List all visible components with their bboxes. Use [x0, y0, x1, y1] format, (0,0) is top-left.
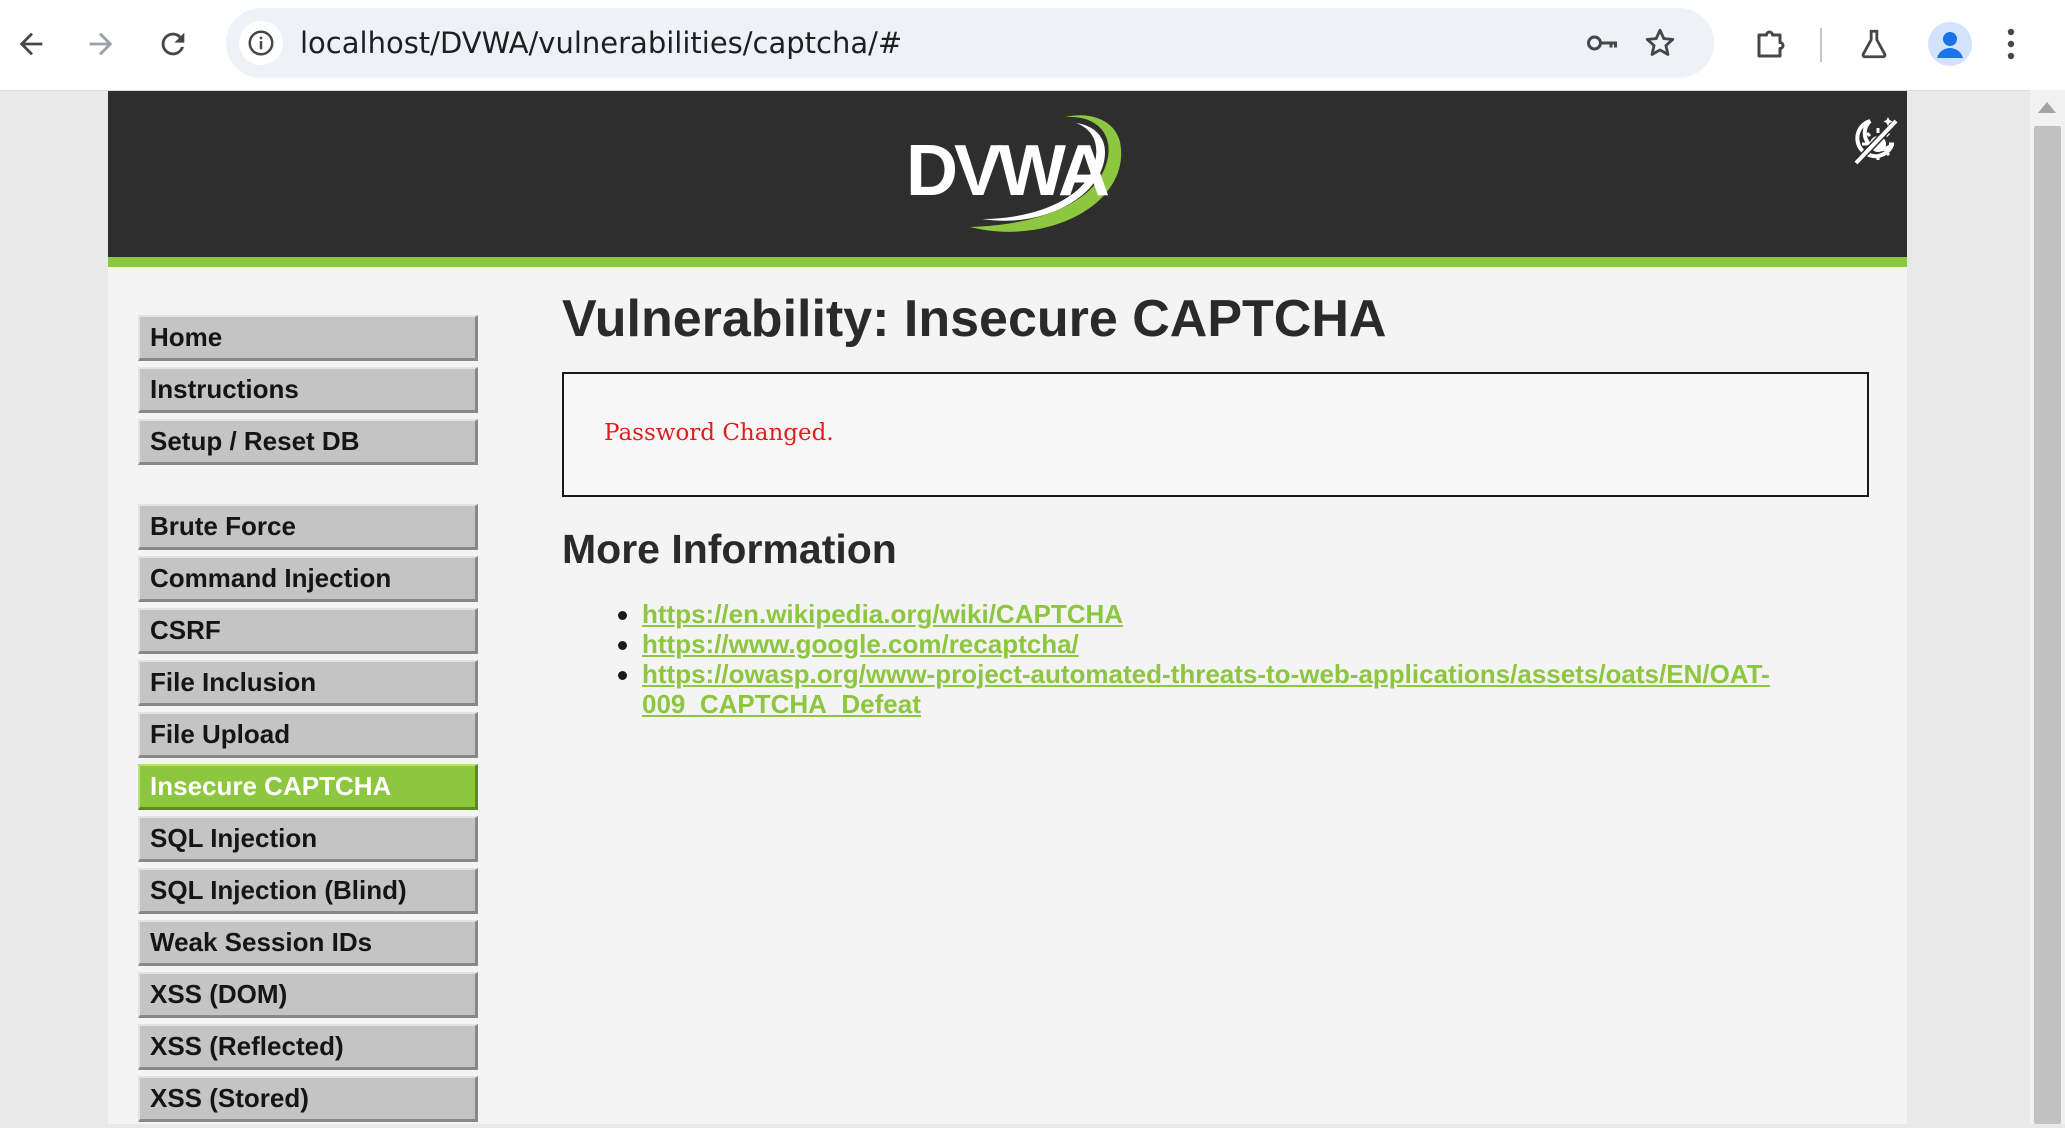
menu-spacer	[138, 471, 478, 504]
link-google-recaptcha[interactable]: https://www.google.com/recaptcha/	[642, 629, 1079, 659]
menu-item-weak-session-ids[interactable]: Weak Session IDs	[138, 920, 478, 966]
browser-toolbar: localhost/DVWA/vulnerabilities/captcha/#	[0, 0, 2065, 91]
vertical-scrollbar[interactable]	[2030, 90, 2065, 1124]
site-info-button[interactable]	[239, 21, 283, 65]
browser-menu-button[interactable]	[1996, 22, 2026, 66]
menu-item-command-injection[interactable]: Command Injection	[138, 556, 478, 602]
arrow-left-icon	[19, 32, 43, 56]
menu-item-file-upload[interactable]: File Upload	[138, 712, 478, 758]
theme-toggle-icon[interactable]	[1844, 111, 1904, 171]
reload-icon	[161, 32, 185, 56]
extensions-button[interactable]	[1749, 22, 1793, 66]
more-information-links: https://en.wikipedia.org/wiki/CAPTCHA ht…	[562, 599, 1862, 719]
labs-button[interactable]	[1852, 22, 1896, 66]
svg-text:DVWA: DVWA	[906, 131, 1109, 211]
page-header: DVWA	[108, 91, 1907, 267]
address-bar[interactable]: localhost/DVWA/vulnerabilities/captcha/#	[226, 8, 1714, 78]
url-text[interactable]: localhost/DVWA/vulnerabilities/captcha/#	[300, 8, 902, 78]
arrow-right-icon	[89, 32, 113, 56]
profile-button[interactable]	[1928, 22, 1972, 66]
menu-item-file-inclusion[interactable]: File Inclusion	[138, 660, 478, 706]
back-button[interactable]	[6, 19, 56, 69]
result-message: Password Changed.	[604, 420, 834, 446]
link-owasp-captcha-defeat[interactable]: https://owasp.org/www-project-automated-…	[642, 659, 1772, 719]
menu-item-brute-force[interactable]: Brute Force	[138, 504, 478, 550]
menu-item-xss-reflected[interactable]: XSS (Reflected)	[138, 1024, 478, 1070]
three-dots-vertical-icon	[2007, 28, 2015, 60]
more-information-heading: More Information	[562, 526, 897, 572]
forward-button[interactable]	[76, 19, 126, 69]
scroll-up-arrow[interactable]	[2038, 102, 2056, 113]
menu-item-sql-injection[interactable]: SQL Injection	[138, 816, 478, 862]
menu-item-setup-reset-db[interactable]: Setup / Reset DB	[138, 419, 478, 465]
menu-item-home[interactable]: Home	[138, 315, 478, 361]
bookmark-button[interactable]	[1642, 25, 1678, 61]
menu-item-sql-injection-blind[interactable]: SQL Injection (Blind)	[138, 868, 478, 914]
info-circle-icon	[248, 30, 274, 56]
reload-button[interactable]	[148, 19, 198, 69]
password-manager-button[interactable]	[1584, 25, 1620, 61]
menu-item-xss-dom[interactable]: XSS (DOM)	[138, 972, 478, 1018]
page-title: Vulnerability: Insecure CAPTCHA	[562, 290, 1387, 348]
toolbar-divider	[1820, 28, 1822, 62]
star-icon	[1645, 28, 1675, 56]
flask-icon	[1861, 29, 1887, 59]
dvwa-logo: DVWA	[906, 115, 1122, 232]
list-item: https://www.google.com/recaptcha/	[562, 629, 1862, 659]
puzzle-icon	[1757, 30, 1785, 58]
menu-item-csrf[interactable]: CSRF	[138, 608, 478, 654]
result-box: Password Changed.	[562, 372, 1869, 497]
dvwa-page: DVWA Home Instructions Setup / Reset DB …	[108, 91, 1907, 1124]
list-item: https://owasp.org/www-project-automated-…	[562, 659, 1862, 719]
menu-item-xss-stored[interactable]: XSS (Stored)	[138, 1076, 478, 1122]
key-icon	[1587, 35, 1617, 51]
person-icon	[1937, 32, 1963, 58]
link-wikipedia-captcha[interactable]: https://en.wikipedia.org/wiki/CAPTCHA	[642, 599, 1123, 629]
scroll-thumb[interactable]	[2034, 126, 2061, 1124]
menu-item-insecure-captcha[interactable]: Insecure CAPTCHA	[138, 764, 478, 810]
menu-item-instructions[interactable]: Instructions	[138, 367, 478, 413]
list-item: https://en.wikipedia.org/wiki/CAPTCHA	[562, 599, 1862, 629]
sidebar-menu: Home Instructions Setup / Reset DB Brute…	[138, 315, 478, 1128]
